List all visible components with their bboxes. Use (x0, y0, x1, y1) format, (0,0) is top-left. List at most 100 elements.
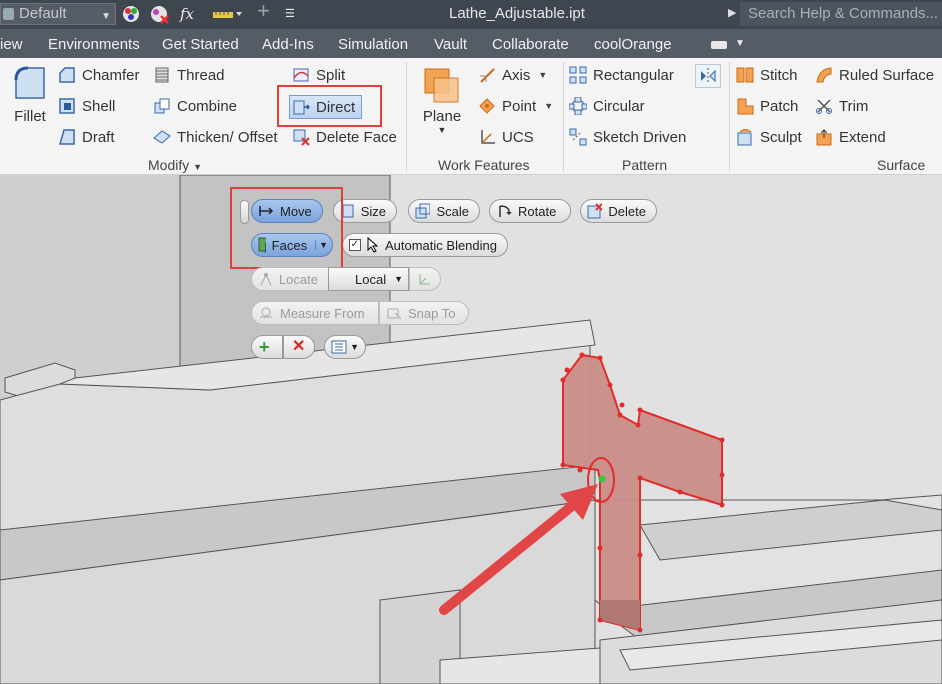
appearance-icon[interactable] (121, 4, 141, 24)
automatic-blending-checkbox[interactable]: ✓ (349, 239, 361, 251)
thicken-offset-label: Thicken/ Offset (177, 128, 278, 146)
chevron-down-icon[interactable]: ▼ (735, 38, 745, 49)
chevron-down-icon: ▼ (544, 101, 554, 111)
size-label: Size (360, 203, 386, 219)
tab-environments[interactable]: Environments (48, 36, 140, 53)
tab-vault[interactable]: Vault (434, 36, 467, 53)
patch-label: Patch (760, 97, 799, 115)
shell-button[interactable]: Shell (58, 95, 115, 117)
circular-pattern-icon (569, 97, 587, 115)
triad-icon (419, 274, 430, 285)
plane-button[interactable]: Plane ▼ (420, 66, 464, 136)
document-title: Lathe_Adjustable.ipt (449, 5, 585, 22)
fillet-icon (14, 66, 45, 99)
measure-from-button[interactable]: Measure From (251, 301, 379, 325)
thicken-offset-button[interactable]: Thicken/ Offset (153, 126, 278, 148)
ruled-surface-button[interactable]: Ruled Surface (815, 64, 934, 86)
sketch-driven-pattern-button[interactable]: Sketch Driven (569, 126, 686, 148)
point-label: Point (502, 97, 537, 115)
modify-group-label[interactable]: Modify ▼ (148, 157, 202, 173)
clear-appearance-icon[interactable] (149, 4, 171, 24)
title-bar: Default ▼ fx + ☰ Lathe_Adjustable.ipt ▶ … (0, 0, 942, 29)
apply-button[interactable]: + (251, 335, 283, 359)
delete-face-icon (293, 129, 310, 146)
tab-view[interactable]: iew (0, 36, 23, 53)
ruled-surface-icon (816, 67, 832, 83)
parameters-fx-icon[interactable]: fx (180, 4, 194, 24)
automatic-blending-toggle[interactable]: ✓ Automatic Blending (342, 233, 508, 257)
fillet-button[interactable]: Fillet (8, 64, 52, 134)
help-search-input[interactable]: Search Help & Commands... (740, 2, 942, 26)
locate-icon (260, 273, 272, 286)
stitch-button[interactable]: Stitch (736, 64, 798, 86)
work-features-group-label: Work Features (438, 157, 530, 173)
plane-icon (424, 68, 459, 103)
trim-button[interactable]: Trim (815, 95, 868, 117)
delete-icon (587, 203, 603, 219)
snap-to-button[interactable]: Snap To (379, 301, 469, 325)
chamfer-icon (59, 67, 75, 83)
customize-menu-icon[interactable]: ☰ (285, 4, 295, 24)
rectangular-pattern-icon (569, 66, 587, 84)
patch-button[interactable]: Patch (736, 95, 798, 117)
locate-button[interactable]: Locate (251, 267, 329, 291)
group-separator (563, 62, 564, 172)
combine-button[interactable]: Combine (153, 95, 237, 117)
chevron-down-icon: ▼ (350, 342, 359, 352)
scale-button[interactable]: Scale (408, 199, 480, 223)
tab-coolorange[interactable]: coolOrange (594, 36, 672, 53)
cancel-button[interactable]: ✕ (283, 335, 315, 359)
extend-button[interactable]: Extend (815, 126, 886, 148)
inventor-window: Default ▼ fx + ☰ Lathe_Adjustable.ipt ▶ … (0, 0, 942, 684)
tab-simulation[interactable]: Simulation (338, 36, 408, 53)
axis-label: Axis (502, 66, 531, 84)
draft-label: Draft (82, 128, 115, 146)
triad-only-button[interactable] (409, 267, 441, 291)
mirror-button[interactable] (695, 64, 721, 88)
rotate-icon (499, 205, 512, 217)
ucs-button[interactable]: UCS (478, 126, 534, 148)
group-separator (406, 62, 407, 172)
axis-icon (480, 68, 495, 83)
rectangular-pattern-button[interactable]: Rectangular (569, 64, 674, 86)
rotate-button[interactable]: Rotate (489, 199, 571, 223)
pattern-group-label: Pattern (622, 157, 668, 173)
help-expand-arrow-icon[interactable]: ▶ (728, 6, 736, 19)
chamfer-label: Chamfer (82, 66, 140, 84)
direct-highlight-box (277, 85, 382, 127)
cursor-icon (367, 237, 378, 253)
chamfer-button[interactable]: Chamfer (58, 64, 140, 86)
coordinate-system-dropdown[interactable]: Local ▼ (328, 267, 409, 291)
delete-button[interactable]: Delete (580, 199, 657, 223)
ucs-label: UCS (502, 128, 534, 146)
scale-label: Scale (436, 203, 469, 219)
draft-button[interactable]: Draft (58, 126, 115, 148)
appearance-style-combo[interactable]: Default ▼ (0, 3, 116, 25)
tab-get-started[interactable]: Get Started (162, 36, 239, 53)
circular-pattern-button[interactable]: Circular (569, 95, 645, 117)
scale-icon (415, 203, 431, 219)
tab-collaborate[interactable]: Collaborate (492, 36, 569, 53)
panel-display-icon[interactable] (711, 41, 727, 49)
list-options-icon (331, 340, 347, 354)
stitch-icon (736, 67, 754, 83)
mirror-icon (701, 68, 716, 84)
sculpt-button[interactable]: Sculpt (736, 126, 802, 148)
tab-add-ins[interactable]: Add-Ins (262, 36, 314, 53)
axis-button[interactable]: Axis ▼ (478, 64, 547, 86)
delete-face-button[interactable]: Delete Face (292, 126, 397, 148)
thicken-offset-icon (153, 130, 171, 144)
thread-button[interactable]: Thread (153, 64, 225, 86)
options-menu-button[interactable]: ▼ (324, 335, 366, 359)
split-button[interactable]: Split (292, 64, 345, 86)
fillet-label: Fillet (14, 108, 46, 125)
plus-icon[interactable]: + (257, 0, 270, 22)
measure-icon[interactable] (212, 4, 242, 24)
chevron-down-icon: ▼ (394, 274, 403, 284)
rectangular-pattern-label: Rectangular (593, 66, 674, 84)
sculpt-label: Sculpt (760, 128, 802, 146)
snap-to-label: Snap To (408, 305, 456, 321)
plane-label: Plane (422, 108, 462, 125)
point-button[interactable]: Point ▼ (478, 95, 553, 117)
automatic-blending-label: Automatic Blending (384, 237, 497, 253)
